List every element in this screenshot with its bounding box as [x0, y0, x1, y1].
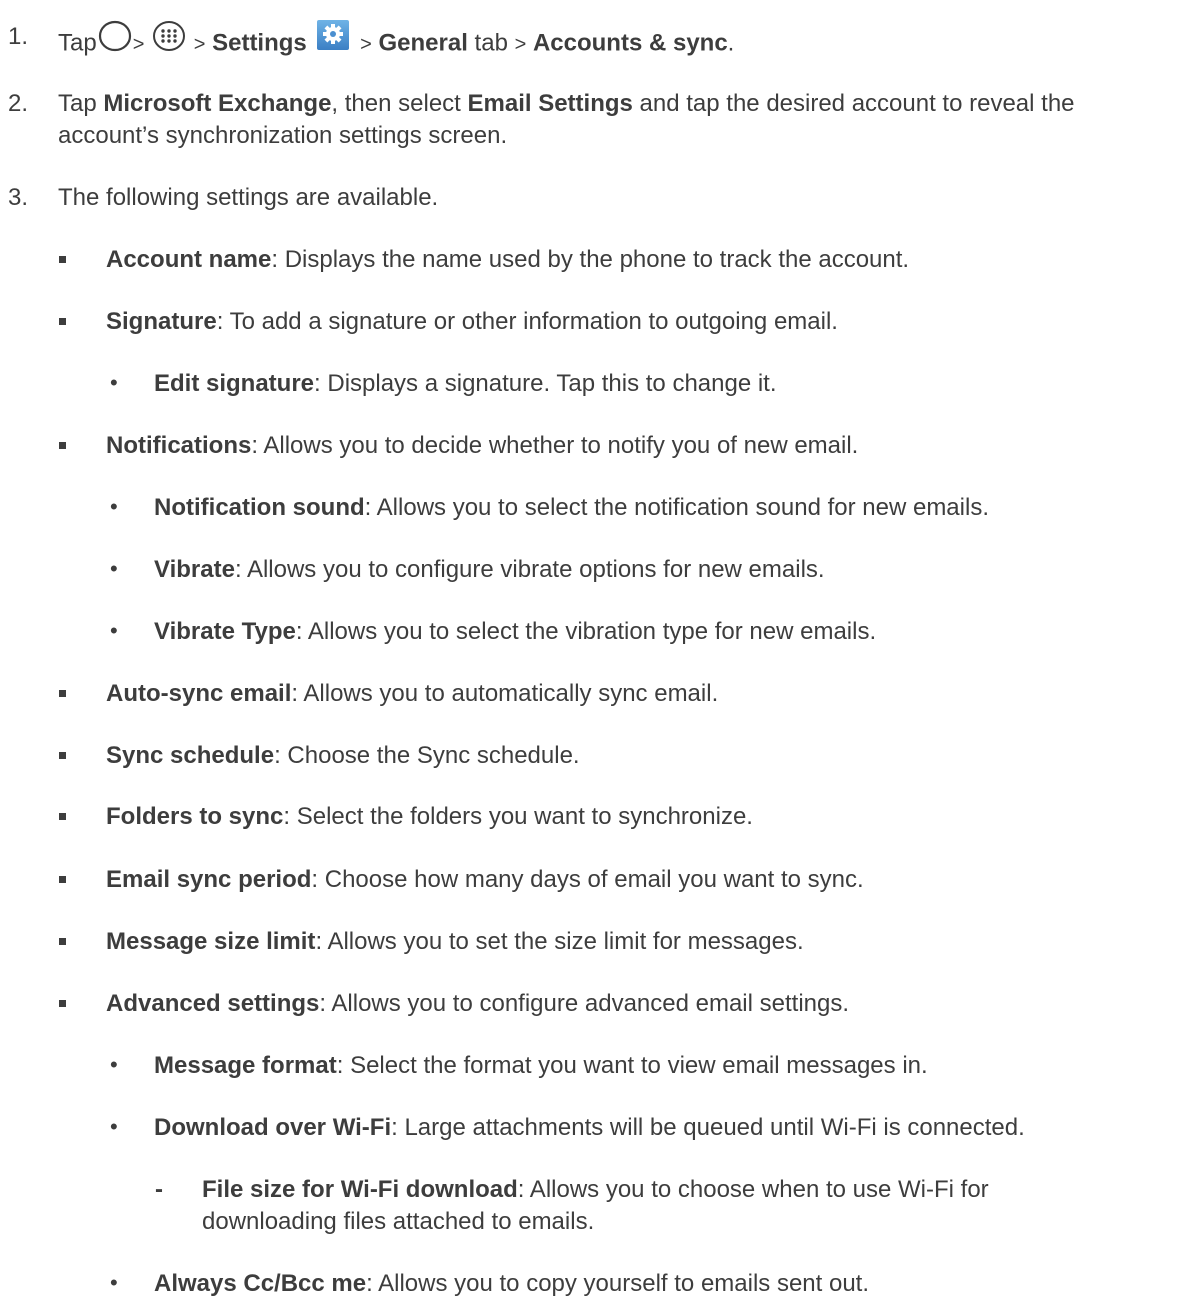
square-bullet-icon [59, 256, 66, 263]
general-label: General [378, 29, 468, 57]
list-item: Download over Wi-Fi: Large attachments w… [154, 1113, 1025, 1143]
separator: > [193, 33, 206, 56]
item-term: File size for Wi-Fi download [202, 1176, 518, 1203]
item-term: Notification sound [154, 494, 365, 521]
bullet-icon: • [110, 556, 118, 581]
separator: > [514, 33, 527, 56]
item-desc: : Allows you to automatically sync email… [291, 680, 719, 707]
step-2-text-continued: account’s synchronization settings scree… [58, 122, 508, 149]
text: and tap the desired account to reveal th… [632, 90, 1075, 117]
item-desc: : To add a signature or other informatio… [216, 308, 838, 335]
bullet-icon: • [110, 1270, 118, 1295]
item-desc: : Displays the name used by the phone to… [271, 246, 910, 273]
item-desc: : Allows you to choose when to use Wi-Fi… [517, 1176, 989, 1203]
item-term: Message format [154, 1052, 337, 1079]
item-term: Signature [106, 308, 217, 335]
microsoft-exchange-label: Microsoft Exchange [103, 90, 332, 117]
item-desc: : Allows you to decide whether to notify… [251, 432, 859, 459]
list-item: Vibrate Type: Allows you to select the v… [154, 617, 876, 647]
accounts-sync-label: Accounts & sync [532, 29, 728, 57]
step-number: 2. [8, 90, 29, 117]
item-desc: : Allows you to configure advanced email… [319, 990, 850, 1017]
apps-icon [151, 19, 187, 61]
bullet-icon: • [110, 494, 118, 519]
list-item: Signature: To add a signature or other i… [106, 307, 838, 337]
list-item: Account name: Displays the name used by … [106, 245, 909, 275]
list-item: Vibrate: Allows you to configure vibrate… [154, 555, 825, 585]
step-2-text: Tap Microsoft Exchange, then select Emai… [58, 89, 1075, 119]
list-item: Email sync period: Choose how many days … [106, 865, 864, 895]
list-item: Message format: Select the format you wa… [154, 1051, 928, 1081]
settings-label: Settings [212, 29, 307, 57]
item-term: Sync schedule [106, 742, 275, 769]
item-desc: : Select the format you want to view ema… [336, 1052, 928, 1079]
item-term: Vibrate Type [154, 618, 296, 645]
email-settings-label: Email Settings [467, 90, 633, 117]
separator: > [132, 33, 145, 56]
item-desc: : Displays a signature. Tap this to chan… [314, 370, 777, 397]
item-desc: : Allows you to select the vibration typ… [295, 618, 877, 645]
list-item: Always Cc/Bcc me: Allows you to copy you… [154, 1269, 869, 1299]
step-number: 1. [8, 23, 29, 50]
square-bullet-icon [59, 1000, 66, 1007]
list-item-continued: downloading files attached to emails. [202, 1208, 595, 1235]
item-desc: : Choose the Sync schedule. [274, 742, 580, 769]
item-desc: : Allows you to select the notification … [364, 494, 989, 521]
item-desc: : Choose how many days of email you want… [311, 866, 864, 893]
square-bullet-icon [59, 876, 66, 883]
item-term: Folders to sync [106, 803, 284, 830]
separator: > [360, 33, 372, 56]
list-item: Edit signature: Displays a signature. Ta… [154, 369, 777, 399]
tab-word: tab [474, 29, 508, 57]
square-bullet-icon [59, 752, 66, 759]
item-term: Edit signature [154, 370, 315, 397]
item-term: Email sync period [106, 866, 312, 893]
item-term: Download over Wi-Fi [154, 1114, 392, 1141]
text: Tap [58, 90, 104, 117]
item-term: Advanced settings [106, 990, 320, 1017]
item-term: Auto-sync email [106, 680, 292, 707]
square-bullet-icon [59, 318, 66, 325]
step-number: 3. [8, 184, 29, 211]
list-item: Notifications: Allows you to decide whet… [106, 431, 858, 461]
bullet-icon: • [110, 370, 118, 395]
bullet-icon: • [110, 1052, 118, 1077]
item-term: Account name [106, 246, 272, 273]
list-item: Sync schedule: Choose the Sync schedule. [106, 741, 580, 771]
list-item: Folders to sync: Select the folders you … [106, 802, 753, 832]
step-3-text: The following settings are available. [58, 184, 439, 211]
item-term: Always Cc/Bcc me [154, 1270, 367, 1297]
settings-gear-icon [313, 18, 353, 62]
square-bullet-icon [59, 938, 66, 945]
list-item: Notification sound: Allows you to select… [154, 493, 989, 523]
dash-marker: - [155, 1176, 163, 1203]
list-item: Auto-sync email: Allows you to automatic… [106, 679, 718, 709]
step-1-text: Tap > > Settings > General tab > Accounts… [58, 19, 735, 66]
bullet-icon: • [110, 1114, 118, 1139]
square-bullet-icon [59, 690, 66, 697]
item-desc: : Allows you to configure vibrate option… [234, 556, 825, 583]
list-item: File size for Wi-Fi download: Allows you… [202, 1175, 989, 1205]
item-desc: : Allows you to set the size limit for m… [315, 928, 804, 955]
home-circle-icon [97, 20, 133, 60]
text: , then select [331, 90, 468, 117]
bullet-icon: • [110, 618, 118, 643]
item-desc: : Select the folders you want to synchro… [283, 803, 753, 830]
item-term: Notifications [106, 432, 252, 459]
list-item: Advanced settings: Allows you to configu… [106, 989, 849, 1019]
item-term: Message size limit [106, 928, 316, 955]
square-bullet-icon [59, 813, 66, 820]
list-item: Message size limit: Allows you to set th… [106, 927, 804, 957]
item-desc: : Allows you to copy yourself to emails … [366, 1270, 870, 1297]
item-term: Vibrate [154, 556, 235, 583]
period: . [727, 29, 735, 57]
step-1-tap: Tap [58, 29, 97, 57]
item-desc: : Large attachments will be queued until… [391, 1114, 1025, 1141]
square-bullet-icon [59, 442, 66, 449]
